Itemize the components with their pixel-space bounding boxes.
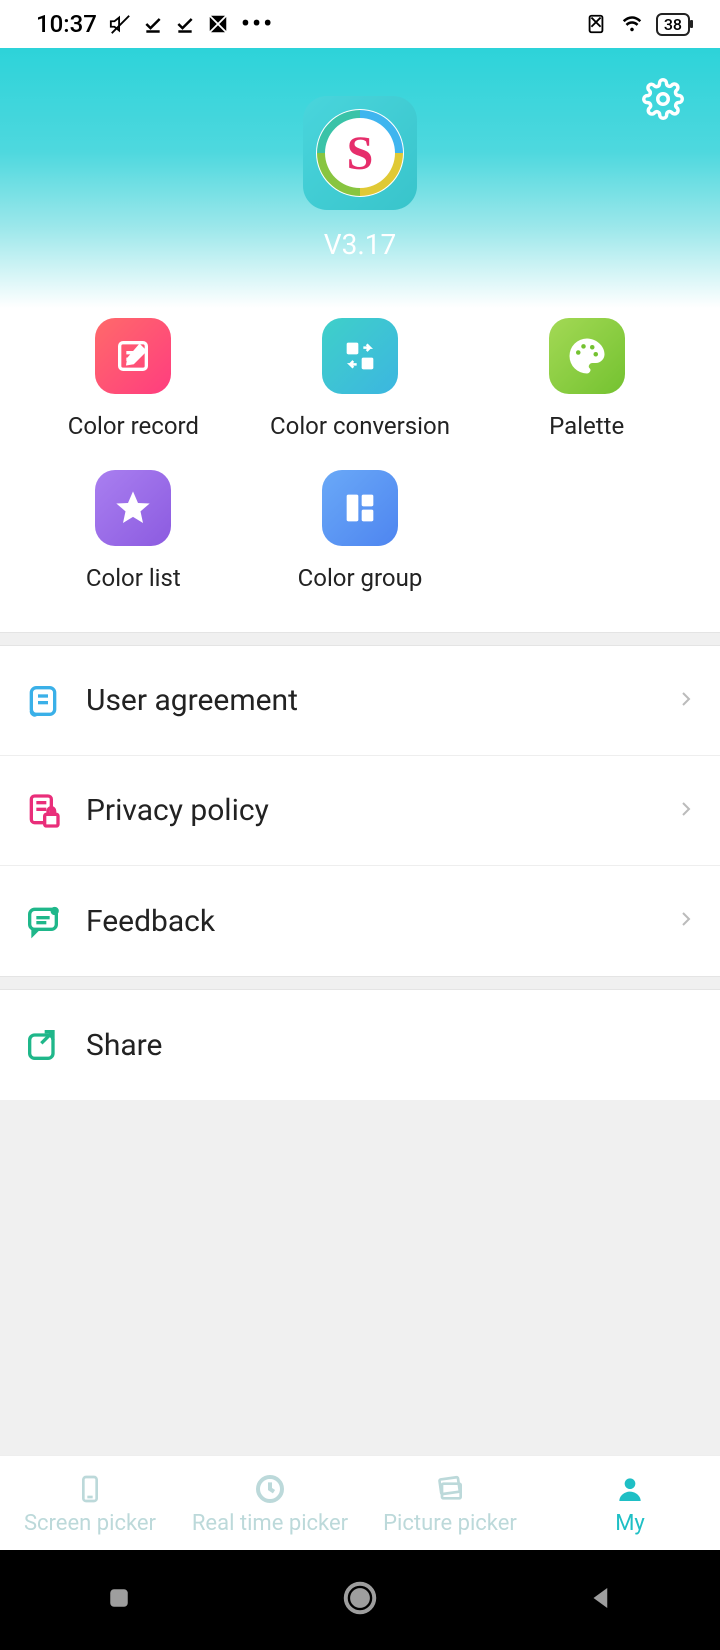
star-icon [95,470,171,546]
feature-color-list[interactable]: Color list [20,460,247,612]
home-button[interactable] [341,1579,379,1621]
feature-label: Color conversion [270,412,450,440]
feature-label: Color record [68,412,199,440]
settings-list: User agreement Privacy policy Feedback [0,646,720,976]
privacy-policy-item[interactable]: Privacy policy [0,756,720,866]
app-logo-icon: S [316,109,404,197]
download-check-icon [175,14,195,34]
document-icon [22,680,64,722]
bottom-nav: Screen picker Real time picker Picture p… [0,1455,720,1550]
privacy-icon [22,790,64,832]
feature-grid-section: Color record Color conversion Palette Co… [0,308,720,632]
chevron-right-icon [674,687,698,715]
feature-color-group[interactable]: Color group [247,460,474,612]
palette-icon [549,318,625,394]
tab-label: Picture picker [383,1511,517,1536]
feature-palette[interactable]: Palette [473,308,700,460]
list-item-label: Feedback [86,904,674,939]
rotation-lock-icon [584,13,608,35]
section-divider [0,632,720,646]
group-icon [322,470,398,546]
screen-picker-icon [74,1471,106,1507]
tab-screen-picker[interactable]: Screen picker [0,1471,180,1536]
user-agreement-item[interactable]: User agreement [0,646,720,756]
feature-color-conversion[interactable]: Color conversion [247,308,474,460]
tab-realtime-picker[interactable]: Real time picker [180,1471,360,1536]
status-left: 10:37 ••• [36,9,274,39]
status-time: 10:37 [36,10,97,38]
chevron-right-icon [674,797,698,825]
feature-label: Palette [549,412,624,440]
app-version: V3.17 [324,228,396,261]
share-list: Share [0,990,720,1100]
feature-color-record[interactable]: Color record [20,308,247,460]
photos-icon [207,13,229,35]
app-logo: S [303,96,417,210]
list-item-label: Privacy policy [86,793,674,828]
feature-label: Color group [298,564,423,592]
feedback-item[interactable]: Feedback [0,866,720,976]
settings-button[interactable] [642,78,684,124]
picture-icon [433,1471,467,1507]
chevron-right-icon [674,907,698,935]
tab-label: Real time picker [192,1511,348,1536]
mute-icon [109,13,131,35]
clock-icon [254,1471,286,1507]
header: S V3.17 [0,48,720,308]
more-icon: ••• [241,9,274,39]
system-nav-bar [0,1550,720,1650]
tab-my[interactable]: My [540,1471,720,1536]
feature-label: Color list [86,564,181,592]
wifi-icon [620,13,644,35]
battery-level: 38 [664,15,682,34]
battery-indicator: 38 [656,13,690,36]
person-icon [614,1471,646,1507]
share-item[interactable]: Share [0,990,720,1100]
download-check-icon [143,14,163,34]
feedback-icon [22,900,64,942]
section-divider [0,976,720,990]
status-bar: 10:37 ••• 38 [0,0,720,48]
share-icon [22,1024,64,1066]
conversion-icon [322,318,398,394]
tab-label: Screen picker [24,1511,156,1536]
recent-apps-button[interactable] [104,1583,134,1617]
tab-picture-picker[interactable]: Picture picker [360,1471,540,1536]
empty-space [0,1100,720,1455]
back-button[interactable] [586,1583,616,1617]
status-right: 38 [584,13,690,36]
tab-label: My [615,1511,645,1536]
list-item-label: User agreement [86,683,674,718]
record-icon [95,318,171,394]
list-item-label: Share [86,1028,698,1063]
